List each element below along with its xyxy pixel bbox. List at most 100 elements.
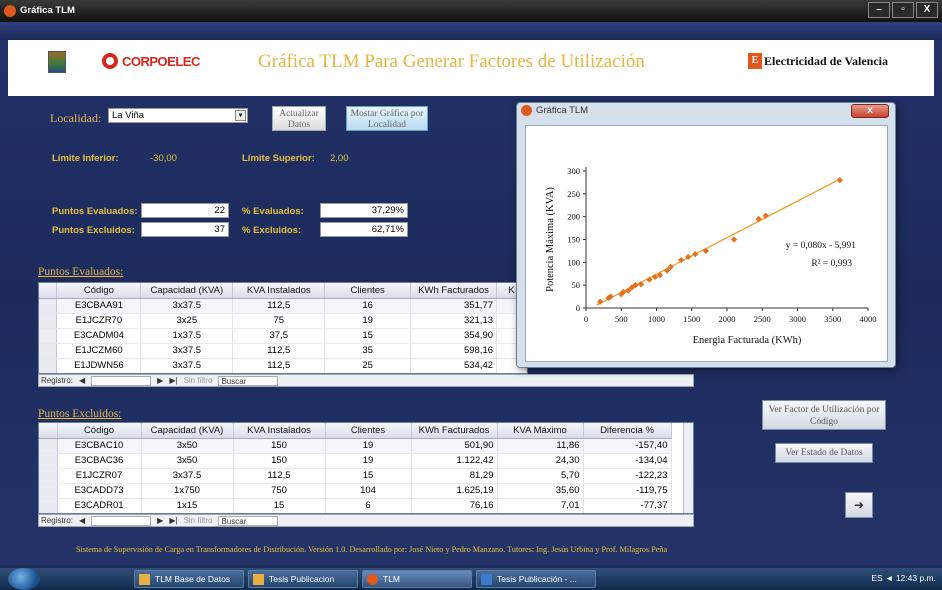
table-cell[interactable]: 35 — [324, 343, 412, 359]
table-cell[interactable]: 112,5 — [232, 358, 326, 373]
table-cell[interactable]: -157,40 — [583, 438, 672, 454]
vertical-scrollbar[interactable] — [683, 423, 693, 513]
table-cell[interactable]: 15 — [324, 328, 412, 344]
table-cell[interactable]: 15 — [325, 468, 412, 484]
next-record-button[interactable]: ▶ — [157, 516, 163, 525]
table-cell[interactable]: 1.122,42 — [411, 453, 498, 469]
table-cell[interactable]: 19 — [324, 313, 412, 329]
record-number-field[interactable] — [91, 375, 152, 386]
view-data-status-button[interactable]: Ver Estado de Datos — [775, 443, 873, 463]
table-cell[interactable]: 25 — [324, 358, 412, 373]
row-selector[interactable] — [39, 298, 58, 314]
table-row[interactable]: E1JDWN56 3x37.5 112,5 25 534,42 — [39, 358, 527, 373]
table-row[interactable]: E3CBAC36 3x50 150 19 1.122,42 24,30 -134… — [39, 453, 672, 469]
select-all-cell[interactable] — [39, 283, 58, 299]
table-row[interactable]: E1JCZR70 3x25 75 19 321,13 — [39, 313, 527, 329]
table-cell[interactable]: 598,16 — [410, 343, 498, 359]
excluded-field[interactable]: 37 — [141, 222, 229, 237]
view-factor-button[interactable]: Ver Factor de Utilización por Código — [762, 400, 886, 430]
exit-icon[interactable]: ➜ — [845, 492, 873, 518]
table-row[interactable]: E1JCZR07 3x37.5 112,5 15 81,29 5,70 -122… — [39, 468, 672, 484]
table-cell[interactable]: E1JDWN56 — [56, 358, 142, 373]
taskbar-item[interactable]: TLM — [362, 570, 472, 588]
localidad-combo[interactable]: La Viña ▼ — [108, 108, 248, 123]
table-cell[interactable]: 35,60 — [497, 483, 584, 499]
table-cell[interactable]: E1JCZM60 — [56, 343, 142, 359]
col-header[interactable]: Diferencia % — [583, 423, 672, 439]
table-cell[interactable]: 3x37.5 — [140, 298, 234, 314]
table-cell[interactable]: 24,30 — [497, 453, 584, 469]
table-cell[interactable]: E1JCZR07 — [57, 468, 142, 484]
table-row[interactable]: E3CADM04 1x37.5 37,5 15 354,90 — [39, 328, 527, 344]
filter-indicator[interactable]: Sin filtro — [184, 516, 213, 525]
first-record-button[interactable]: ◀ — [79, 376, 85, 385]
table-cell[interactable]: 112,5 — [232, 343, 326, 359]
table-cell[interactable]: 3x37.5 — [140, 358, 234, 373]
maximize-button[interactable]: ▫ — [892, 2, 914, 18]
table-cell[interactable]: 16 — [324, 298, 412, 314]
table-cell[interactable]: 150 — [233, 438, 326, 454]
show-chart-button[interactable]: Mostar Gráfica por Localidad — [346, 106, 428, 131]
table-cell[interactable]: 5,70 — [497, 468, 584, 484]
col-header[interactable]: KVA Máximo — [497, 423, 584, 439]
table-cell[interactable]: 351,77 — [410, 298, 498, 314]
table-cell[interactable]: -122,23 — [583, 468, 672, 484]
select-all-cell[interactable] — [39, 423, 58, 439]
col-header[interactable]: Código — [57, 423, 142, 439]
row-selector[interactable] — [39, 313, 58, 329]
table-row[interactable]: E1JCZM60 3x37.5 112,5 35 598,16 — [39, 343, 527, 359]
row-selector[interactable] — [39, 468, 58, 484]
table-cell[interactable]: 37,5 — [232, 328, 326, 344]
table-cell[interactable]: 15 — [233, 498, 326, 513]
col-header[interactable]: Clientes — [324, 283, 412, 299]
popup-close-button[interactable]: x — [851, 104, 889, 118]
taskbar-item[interactable]: TLM Base de Datos — [134, 570, 244, 588]
table-cell[interactable]: 3x37.5 — [141, 468, 234, 484]
table-row[interactable]: E3CBAA91 3x37.5 112,5 16 351,77 — [39, 298, 527, 314]
col-header[interactable]: KVA Instalados — [232, 283, 326, 299]
row-selector[interactable] — [39, 328, 58, 344]
table-cell[interactable]: 3x50 — [141, 438, 234, 454]
table-cell[interactable]: 501,90 — [411, 438, 498, 454]
pct-excluded-field[interactable]: 62,71% — [320, 222, 408, 237]
row-selector[interactable] — [39, 498, 58, 513]
table-cell[interactable]: 3x25 — [140, 313, 234, 329]
table-cell[interactable]: 7,01 — [497, 498, 584, 513]
col-header[interactable]: Capacidad (KVA) — [141, 423, 234, 439]
table-cell[interactable]: E3CBAC10 — [57, 438, 142, 454]
table-cell[interactable]: -77,37 — [583, 498, 672, 513]
table-cell[interactable]: 150 — [233, 453, 326, 469]
close-button[interactable]: X — [916, 2, 938, 18]
record-number-field[interactable] — [91, 515, 152, 526]
table-cell[interactable]: 19 — [325, 453, 412, 469]
table-cell[interactable]: 104 — [325, 483, 412, 499]
row-selector[interactable] — [39, 358, 58, 373]
taskbar-item[interactable]: Tesis Publicación - ... — [476, 570, 596, 588]
col-header[interactable]: Código — [56, 283, 142, 299]
table-cell[interactable]: 75 — [232, 313, 326, 329]
table-cell[interactable]: 11,86 — [497, 438, 584, 454]
row-selector[interactable] — [39, 343, 58, 359]
table-cell[interactable]: 19 — [325, 438, 412, 454]
table-cell[interactable]: 1x15 — [141, 498, 234, 513]
search-field[interactable]: Buscar — [218, 375, 279, 386]
table-cell[interactable]: E3CADM04 — [56, 328, 142, 344]
last-record-button[interactable]: ▶| — [169, 516, 177, 525]
table-cell[interactable]: 354,90 — [410, 328, 498, 344]
table-cell[interactable]: 1.625,19 — [411, 483, 498, 499]
table-cell[interactable]: E1JCZR70 — [56, 313, 142, 329]
table-cell[interactable]: 534,42 — [410, 358, 498, 373]
row-selector[interactable] — [39, 483, 58, 499]
update-data-button[interactable]: Actualizar Datos — [272, 106, 326, 131]
start-button[interactable] — [8, 568, 40, 590]
table-cell[interactable]: E3CBAA91 — [56, 298, 142, 314]
table-cell[interactable]: 6 — [325, 498, 412, 513]
row-selector[interactable] — [39, 453, 58, 469]
col-header[interactable]: KWh Facturados — [411, 423, 498, 439]
col-header[interactable]: Capacidad (KVA) — [140, 283, 234, 299]
table-cell[interactable]: 321,13 — [410, 313, 498, 329]
table-row[interactable]: E3CADD73 1x750 750 104 1.625,19 35,60 -1… — [39, 483, 672, 499]
col-header[interactable]: Clientes — [325, 423, 412, 439]
evaluated-field[interactable]: 22 — [141, 203, 229, 218]
table-cell[interactable]: 1x37.5 — [140, 328, 234, 344]
